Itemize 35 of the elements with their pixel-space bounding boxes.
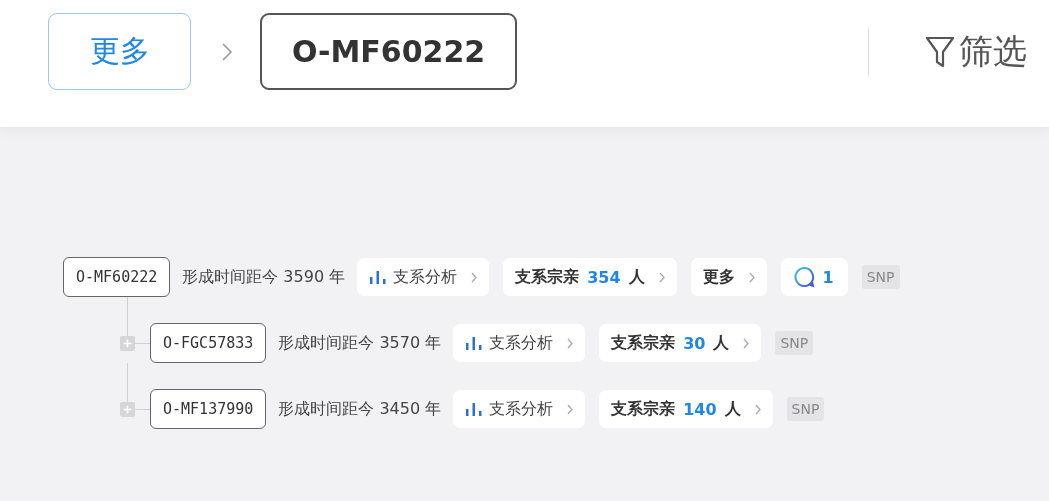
chevron-right-icon [567,403,574,415]
more-button[interactable]: 更多 [690,258,767,296]
relatives-button[interactable]: 支系宗亲 30 人 [599,324,762,362]
chevron-right-icon [471,271,478,283]
analysis-button[interactable]: 支系分析 [453,324,586,362]
breadcrumb-item[interactable]: 更多 [48,13,191,90]
branch-node[interactable]: O-MF137990 [150,389,267,429]
snp-tag: SNP [775,331,814,355]
speech-bubble-icon [792,266,815,288]
chevron-right-icon [221,41,233,62]
chevron-right-icon [658,271,665,283]
age-text: 形成时间距今 3590 年 [182,266,346,288]
chevron-right-icon [567,337,574,349]
expand-toggle-icon[interactable] [120,335,135,351]
chevron-right-icon [743,337,750,349]
branch-node[interactable]: O-MF60222 [63,257,171,297]
relatives-button[interactable]: 支系宗亲 140 人 [599,390,773,428]
age-text: 形成时间距今 3450 年 [278,398,442,420]
analysis-button[interactable]: 支系分析 [453,390,586,428]
chevron-right-icon [748,271,755,283]
chevron-right-icon [754,403,761,415]
bar-chart-icon [369,269,388,285]
relatives-button[interactable]: 支系宗亲 354 人 [503,258,677,296]
comments-button[interactable]: 1 [780,258,848,296]
filter-icon [925,34,955,69]
bar-chart-icon [465,335,484,351]
snp-tag: SNP [861,265,900,289]
branch-node[interactable]: O-FGC57833 [150,323,267,363]
breadcrumb-item[interactable]: O-MF60222 [260,13,518,90]
filter-button[interactable]: 筛选 [925,28,1027,75]
analysis-button[interactable]: 支系分析 [357,258,490,296]
expand-toggle-icon[interactable] [120,401,135,417]
snp-tag: SNP [786,397,825,421]
age-text: 形成时间距今 3570 年 [278,332,442,354]
bar-chart-icon [465,401,484,417]
